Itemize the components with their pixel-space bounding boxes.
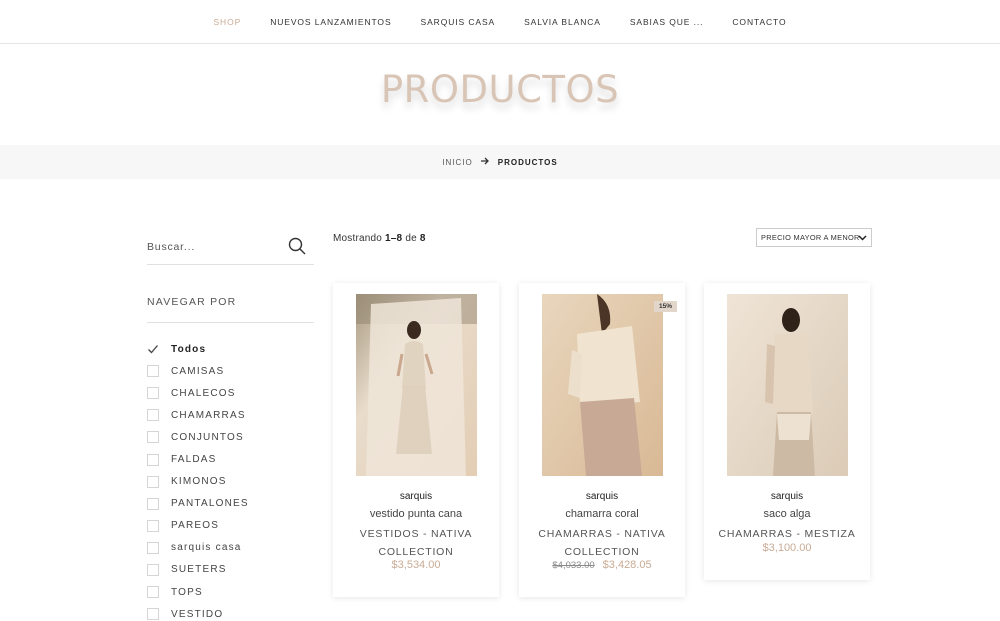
filter-label: FALDAS [171, 454, 217, 466]
filter-checkbox[interactable] [147, 409, 159, 422]
results-count: Mostrando 1–8 de 8 [333, 233, 426, 244]
filter-checkbox[interactable] [147, 563, 159, 576]
filter-checkbox[interactable] [147, 608, 159, 621]
page-hero: PRODUCTOS [0, 45, 1000, 145]
discount-badge: 15% [653, 301, 677, 312]
nav-item-sarquis-casa[interactable]: SARQUIS CASA [421, 17, 496, 27]
breadcrumb-home-link[interactable]: INICIO [442, 158, 472, 167]
search-box [147, 233, 314, 265]
search-input[interactable] [147, 233, 277, 261]
filter-item-faldas[interactable]: FALDAS [147, 448, 314, 470]
filter-label: SUETERS [171, 564, 227, 576]
results-range: 1–8 [385, 233, 403, 244]
filter-checkbox[interactable] [147, 475, 159, 488]
current-price: $3,534.00 [391, 559, 441, 571]
top-navigation: SHOP NUEVOS LANZAMIENTOS SARQUIS CASA SA… [0, 0, 1000, 44]
filter-item-chalecos[interactable]: CHALECOS [147, 382, 314, 404]
product-brand: sarquis [585, 491, 619, 502]
nav-item-shop[interactable]: SHOP [213, 17, 241, 27]
sort-selected-label: PRECIO MAYOR A MENOR [761, 233, 860, 242]
nav-item-nuevos-lanzamientos[interactable]: NUEVOS LANZAMIENTOS [270, 17, 391, 27]
product-category[interactable]: CHAMARRAS - MESTIZA [714, 526, 860, 544]
filter-checkbox[interactable] [147, 497, 159, 510]
filter-label: CAMISAS [171, 365, 225, 377]
product-price: $4,033.00 $3,428.05 [519, 559, 685, 571]
filter-checkbox[interactable] [147, 431, 159, 444]
breadcrumb-current: PRODUCTOS [497, 157, 558, 167]
filter-checkbox[interactable] [147, 387, 159, 400]
filter-label: CHAMARRAS [171, 409, 246, 421]
filter-item-pareos[interactable]: PAREOS [147, 515, 314, 537]
category-filter-list: Todos CAMISAS CHALECOS CHAMARRAS CONJUNT… [147, 338, 314, 621]
product-card[interactable]: sarquis vestido punta cana VESTIDOS - NA… [333, 283, 499, 597]
product-image[interactable] [727, 294, 848, 476]
filter-checkbox[interactable] [147, 586, 159, 599]
product-name[interactable]: saco alga [704, 508, 870, 520]
page-title: PRODUCTOS [380, 68, 620, 111]
nav-item-salvia-blanca[interactable]: SALVIA BLANCA [524, 17, 601, 27]
sort-select[interactable]: PRECIO MAYOR A MENOR [756, 228, 872, 247]
product-brand: sarquis [399, 491, 433, 502]
product-price: $3,100.00 [704, 542, 870, 554]
chevron-down-icon [858, 233, 867, 244]
filter-label: KIMONOS [171, 476, 227, 488]
filter-label: Todos [171, 343, 207, 355]
filter-item-sarquis-casa[interactable]: sarquis casa [147, 537, 314, 559]
product-name[interactable]: vestido punta cana [333, 508, 499, 520]
filter-item-kimonos[interactable]: KIMONOS [147, 471, 314, 493]
results-prefix: Mostrando [333, 233, 383, 244]
filter-item-pantalones[interactable]: PANTALONES [147, 493, 314, 515]
filter-label: TOPS [171, 586, 203, 598]
arrow-right-icon [480, 157, 490, 167]
filter-checkbox[interactable] [147, 541, 159, 554]
search-icon[interactable] [288, 237, 306, 255]
filter-label: sarquis casa [171, 542, 242, 554]
product-category[interactable]: CHAMARRAS - NATIVA COLLECTION [529, 526, 675, 561]
filter-item-vestido[interactable]: VESTIDO [147, 603, 314, 621]
nav-item-contacto[interactable]: CONTACTO [732, 17, 786, 27]
product-category[interactable]: VESTIDOS - NATIVA COLLECTION [343, 526, 489, 561]
filter-label: CONJUNTOS [171, 431, 244, 443]
filter-label: VESTIDO [171, 608, 224, 620]
filter-item-sueters[interactable]: SUETERS [147, 559, 314, 581]
nav-item-sabias-que[interactable]: SABIAS QUE ... [630, 17, 704, 27]
filter-checkbox[interactable] [147, 365, 159, 378]
results-total: 8 [419, 233, 426, 244]
product-card[interactable]: sarquis saco alga CHAMARRAS - MESTIZA $3… [704, 283, 870, 580]
old-price: $4,033.00 [552, 560, 595, 571]
browse-by-heading: NAVEGAR POR [147, 296, 314, 323]
results-of: de [405, 233, 417, 244]
filter-checkbox[interactable] [147, 519, 159, 532]
product-brand: sarquis [770, 491, 804, 502]
filter-item-todos[interactable]: Todos [147, 338, 314, 360]
filter-item-conjuntos[interactable]: CONJUNTOS [147, 426, 314, 448]
filter-item-tops[interactable]: TOPS [147, 581, 314, 603]
product-card[interactable]: 15% sarquis chamarra coral CHAMARRAS - N… [519, 283, 685, 597]
filter-label: CHALECOS [171, 387, 236, 399]
check-icon [147, 343, 159, 355]
product-name[interactable]: chamarra coral [519, 508, 685, 520]
product-image[interactable] [356, 294, 477, 476]
product-price: $3,534.00 [333, 559, 499, 571]
product-image[interactable] [542, 294, 663, 476]
filter-label: PAREOS [171, 520, 220, 532]
filter-label: PANTALONES [171, 498, 249, 510]
filter-item-camisas[interactable]: CAMISAS [147, 360, 314, 382]
current-price: $3,428.05 [602, 559, 652, 571]
filter-checkbox[interactable] [147, 453, 159, 466]
breadcrumb: INICIO PRODUCTOS [0, 145, 1000, 179]
current-price: $3,100.00 [762, 542, 812, 554]
filter-item-chamarras[interactable]: CHAMARRAS [147, 404, 314, 426]
